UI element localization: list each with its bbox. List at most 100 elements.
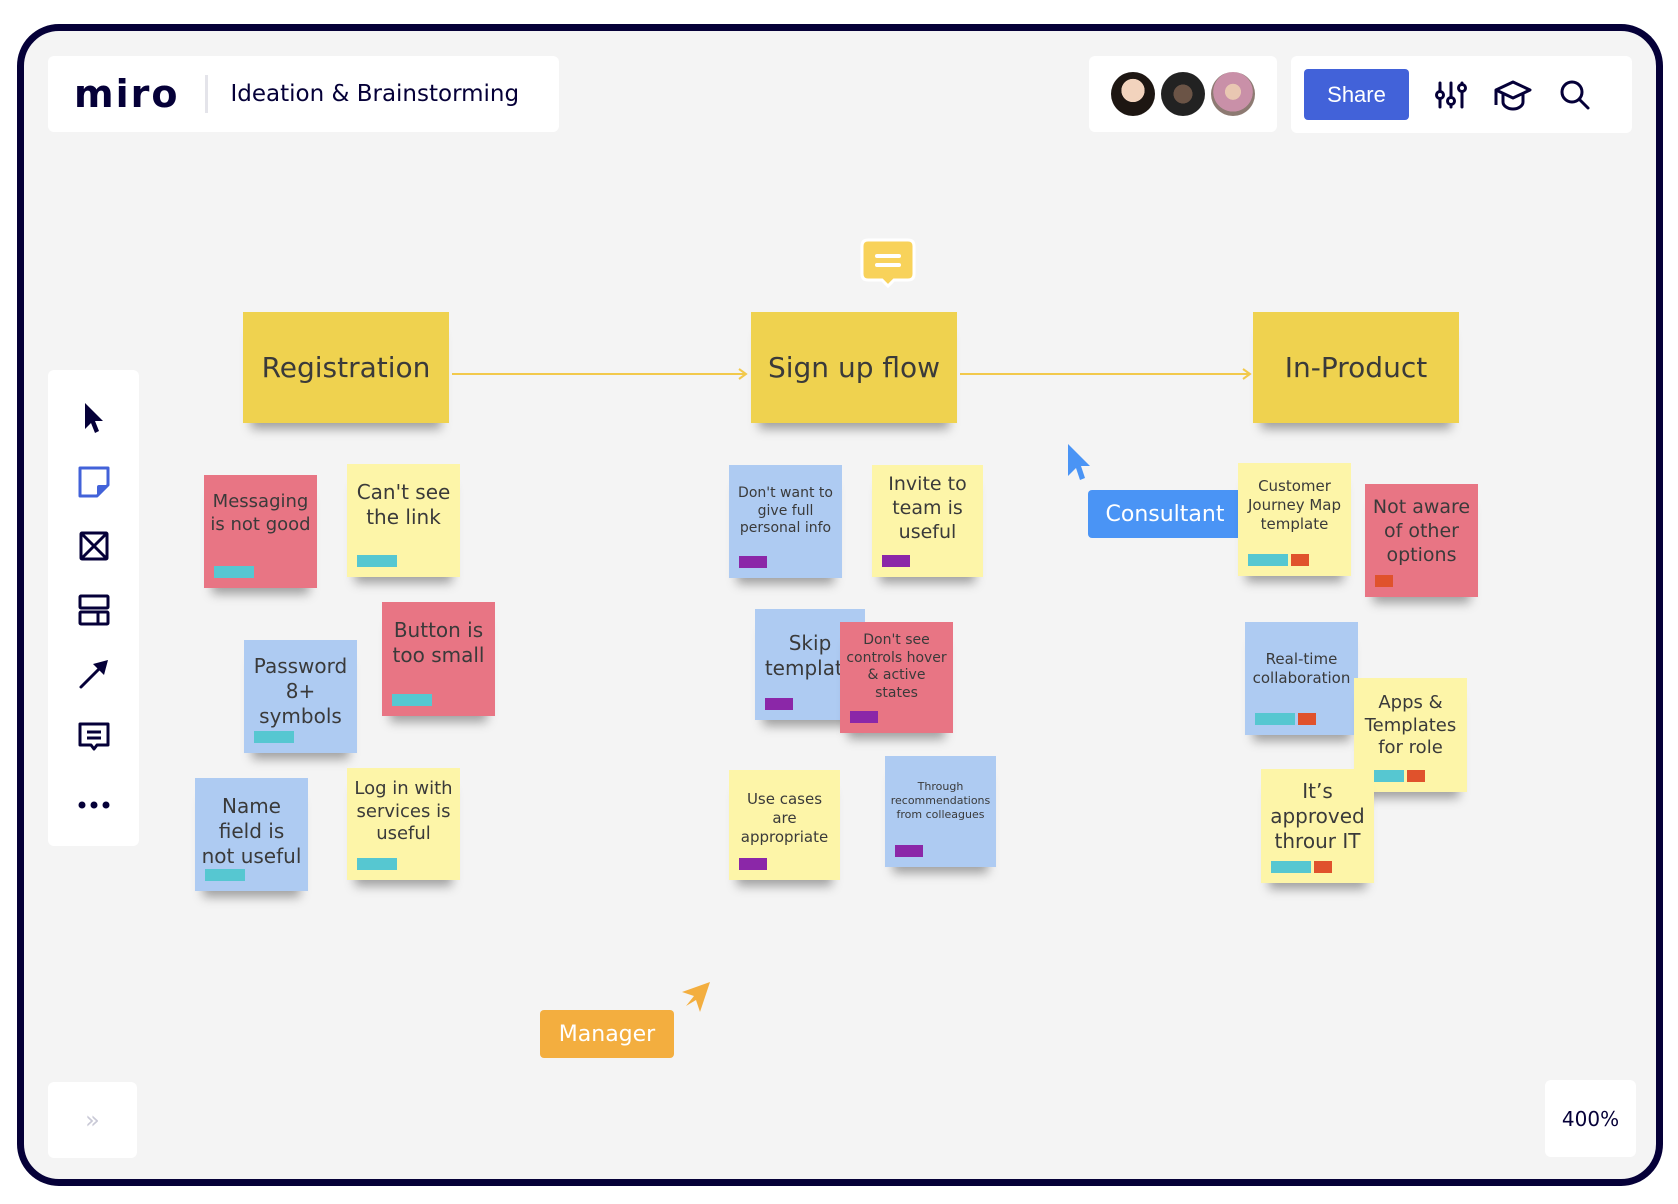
tag-cyan[interactable] bbox=[214, 566, 254, 578]
connector-registration-signup[interactable] bbox=[452, 366, 752, 382]
sticky-text: In-Product bbox=[1284, 351, 1428, 384]
header-divider bbox=[205, 75, 209, 113]
sticky-tags bbox=[392, 694, 432, 706]
sticky-text: Apps & Templates for role bbox=[1364, 692, 1457, 758]
sticky-tags bbox=[1248, 554, 1309, 566]
sticky-note[interactable]: Don't want to give full personal info bbox=[729, 465, 842, 578]
zoom-level-value: 400% bbox=[1561, 1106, 1620, 1131]
sticky-tags bbox=[357, 555, 397, 567]
sticky-tags bbox=[739, 556, 767, 568]
arrow-icon bbox=[78, 658, 110, 694]
sticky-tags bbox=[1271, 861, 1332, 873]
comment-bubble-icon[interactable] bbox=[860, 238, 916, 288]
expand-panel-button[interactable]: » bbox=[48, 1082, 137, 1158]
sticky-text: Invite to team is useful bbox=[888, 473, 967, 543]
sticky-tags bbox=[1255, 713, 1316, 725]
left-toolbar bbox=[48, 370, 139, 846]
sticky-header-registration[interactable]: Registration bbox=[243, 312, 449, 423]
sticky-note[interactable]: Can't see the link bbox=[347, 464, 460, 577]
learning-cap-icon[interactable] bbox=[1493, 75, 1533, 115]
sticky-text: Real-time collaboration bbox=[1252, 650, 1351, 687]
tag-purple[interactable] bbox=[739, 556, 767, 568]
sticky-tags bbox=[765, 698, 793, 710]
cursor-icon bbox=[82, 401, 106, 439]
more-icon bbox=[77, 795, 111, 814]
tag-cyan[interactable] bbox=[1271, 861, 1311, 873]
search-icon[interactable] bbox=[1555, 75, 1595, 115]
tag-cyan[interactable] bbox=[357, 555, 397, 567]
select-tool[interactable] bbox=[74, 400, 114, 440]
tag-purple[interactable] bbox=[895, 845, 923, 857]
sticky-header-signup[interactable]: Sign up flow bbox=[751, 312, 957, 423]
board-title[interactable]: Ideation & Brainstorming bbox=[230, 81, 519, 107]
tag-purple[interactable] bbox=[765, 698, 793, 710]
sticky-note[interactable]: Don't see controls hover & active states bbox=[840, 622, 953, 733]
sticky-text: Don't want to give full personal info bbox=[738, 485, 833, 536]
comment-icon bbox=[77, 721, 111, 759]
frame-tool[interactable] bbox=[74, 528, 114, 568]
sticky-text: Use cases are appropriate bbox=[740, 790, 829, 846]
sticky-note[interactable]: Invite to team is useful bbox=[872, 465, 983, 577]
sticky-tags bbox=[254, 731, 294, 743]
tag-red[interactable] bbox=[1298, 713, 1316, 725]
consultant-cursor-icon bbox=[1068, 444, 1090, 480]
comment-tool[interactable] bbox=[74, 720, 114, 760]
tag-cyan[interactable] bbox=[254, 731, 294, 743]
tag-red[interactable] bbox=[1291, 554, 1309, 566]
sticky-text: Through recommendations from colleagues bbox=[890, 780, 991, 821]
sticky-note[interactable]: Not aware of other options bbox=[1365, 484, 1478, 597]
connector-signup-inproduct[interactable] bbox=[960, 366, 1256, 382]
tag-red[interactable] bbox=[1407, 770, 1425, 782]
templates-icon bbox=[77, 593, 111, 631]
sticky-note[interactable]: Use cases are appropriate bbox=[729, 770, 840, 880]
tag-cyan[interactable] bbox=[1255, 713, 1295, 725]
sticky-tags bbox=[205, 869, 245, 881]
zoom-level[interactable]: 400% bbox=[1545, 1080, 1636, 1157]
sticky-tags bbox=[739, 858, 767, 870]
sticky-text: Sign up flow bbox=[767, 351, 941, 384]
sticky-note[interactable]: It’s approved throur IT bbox=[1261, 769, 1374, 883]
sticky-text: Not aware of other options bbox=[1372, 496, 1471, 566]
sticky-text: It’s approved throur IT bbox=[1270, 779, 1365, 853]
miro-logo[interactable]: miro bbox=[74, 72, 179, 116]
tag-cyan[interactable] bbox=[392, 694, 432, 706]
tag-purple[interactable] bbox=[739, 858, 767, 870]
connection-line-tool[interactable] bbox=[74, 656, 114, 696]
sticky-text: Password 8+ symbols bbox=[253, 654, 348, 728]
sticky-note[interactable]: Customer Journey Map template bbox=[1238, 463, 1351, 576]
avatar[interactable] bbox=[1161, 72, 1205, 116]
sticky-header-inproduct[interactable]: In-Product bbox=[1253, 312, 1459, 423]
board-header: miro Ideation & Brainstorming bbox=[48, 56, 559, 132]
manager-cursor-icon bbox=[682, 982, 710, 1012]
more-tools[interactable] bbox=[74, 784, 114, 824]
sticky-note[interactable]: Through recommendations from colleagues bbox=[885, 756, 996, 867]
sticky-note[interactable]: Name field is not useful bbox=[195, 778, 308, 891]
avatar[interactable] bbox=[1211, 72, 1255, 116]
sticky-text: Messaging is not good bbox=[210, 491, 311, 535]
sticky-note[interactable]: Log in with services is useful bbox=[347, 768, 460, 880]
board-canvas[interactable]: miro Ideation & Brainstorming Share » 40… bbox=[24, 31, 1656, 1179]
collaborators-panel bbox=[1089, 56, 1277, 132]
tag-cyan[interactable] bbox=[205, 869, 245, 881]
tag-purple[interactable] bbox=[882, 555, 910, 567]
sticky-note[interactable]: Real-time collaboration bbox=[1245, 622, 1358, 735]
sticky-note[interactable]: Password 8+ symbols bbox=[244, 640, 357, 753]
sticky-tags bbox=[1375, 575, 1393, 587]
tag-cyan[interactable] bbox=[1248, 554, 1288, 566]
manager-cursor-label: Manager bbox=[540, 1010, 674, 1058]
tag-purple[interactable] bbox=[850, 711, 878, 723]
top-toolbar: Share bbox=[1291, 56, 1632, 133]
sticky-tags bbox=[850, 711, 878, 723]
settings-sliders-icon[interactable] bbox=[1431, 75, 1471, 115]
avatar[interactable] bbox=[1111, 72, 1155, 116]
sticky-note[interactable]: Messaging is not good bbox=[204, 475, 317, 588]
tag-red[interactable] bbox=[1314, 861, 1332, 873]
tag-cyan[interactable] bbox=[357, 858, 397, 870]
templates-tool[interactable] bbox=[74, 592, 114, 632]
sticky-note-tool[interactable] bbox=[74, 464, 114, 504]
share-button[interactable]: Share bbox=[1304, 69, 1409, 120]
sticky-note[interactable]: Button is too small bbox=[382, 602, 495, 716]
sticky-tags bbox=[895, 845, 923, 857]
tag-red[interactable] bbox=[1375, 575, 1393, 587]
sticky-text: Don't see controls hover & active states bbox=[846, 632, 947, 701]
